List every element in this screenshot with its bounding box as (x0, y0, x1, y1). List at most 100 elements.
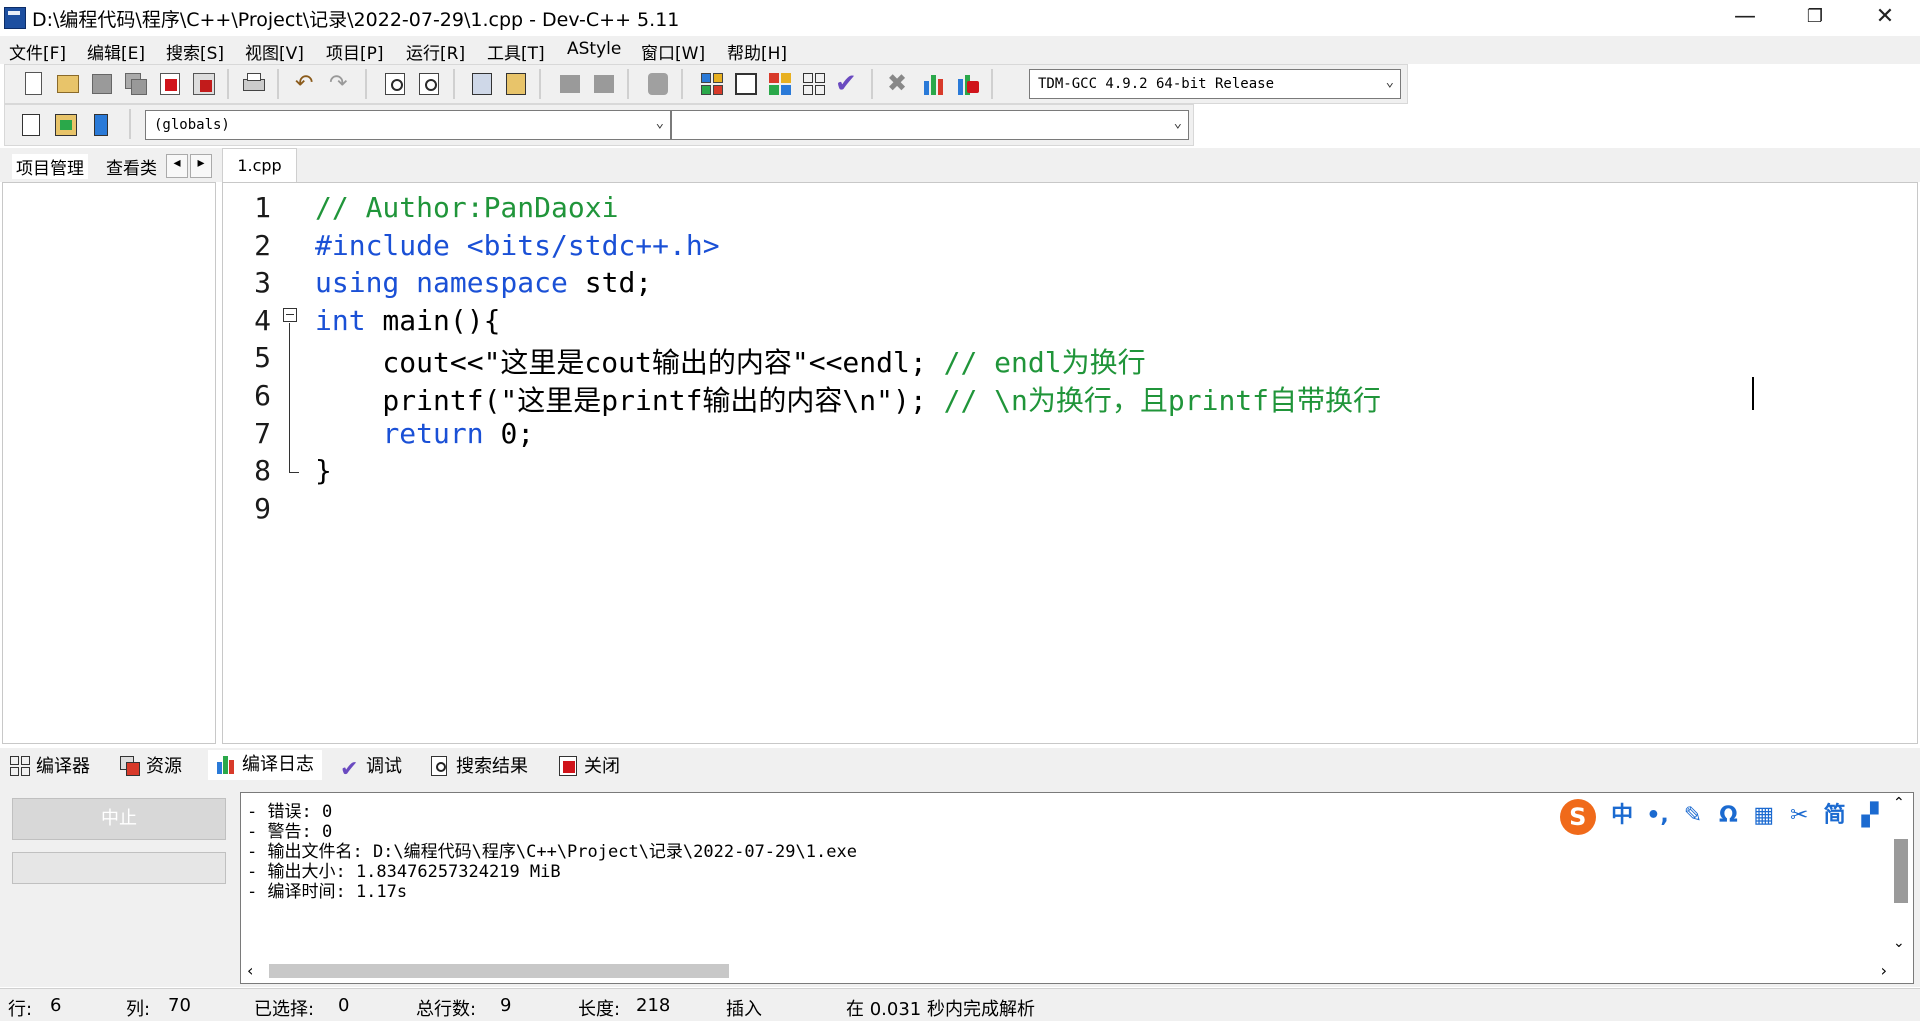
delete-profile-icon[interactable] (955, 71, 981, 97)
syntax-check-icon[interactable]: ✔ (835, 69, 861, 99)
rebuild-all-icon[interactable] (801, 71, 827, 97)
tab-resources[interactable]: 资源 (120, 752, 182, 778)
save-all-icon[interactable] (123, 71, 149, 97)
ime-chinese-mode-icon[interactable]: 中 (1607, 797, 1637, 829)
add-to-project-icon[interactable] (53, 112, 79, 138)
menu-file[interactable]: 文件[F] (9, 39, 66, 64)
scope-select[interactable]: (globals) ⌄ (145, 110, 671, 140)
new-file-icon[interactable] (21, 71, 47, 97)
log-hscroll-thumb[interactable] (269, 964, 729, 978)
stop-execution-icon[interactable]: ✖ (887, 69, 913, 97)
ime-simplified-icon[interactable]: 简 (1820, 797, 1850, 829)
toolbar-separator (681, 69, 683, 99)
menu-search[interactable]: 搜索[S] (166, 39, 224, 64)
tab-scroll-left-button[interactable]: ◂ (166, 154, 188, 178)
project-tree-panel[interactable] (2, 182, 216, 744)
code-line[interactable]: 2 #include <bits/stdc++.h> (223, 229, 1913, 266)
save-icon[interactable] (89, 71, 115, 97)
run-icon[interactable] (733, 71, 759, 97)
main-toolbar: ↶ ↷ ✔ ✖ TDM-GCC 4.9.2 64-bit Release ⌄ (4, 64, 1408, 104)
ime-handwriting-icon[interactable]: ✎ (1678, 803, 1708, 828)
ime-screenshot-icon[interactable]: ✂ (1784, 803, 1814, 828)
replace-icon[interactable] (417, 71, 443, 97)
code-line[interactable]: 8} (223, 454, 1913, 491)
redo-icon[interactable]: ↷ (329, 71, 355, 97)
ime-symbol-icon[interactable]: Ω (1713, 803, 1743, 828)
ime-keyboard-icon[interactable]: ▦ (1749, 803, 1779, 828)
find-icon[interactable] (383, 71, 409, 97)
menu-run[interactable]: 运行[R] (406, 39, 465, 64)
minimize-button[interactable]: — (1710, 0, 1780, 34)
compile-icon[interactable] (699, 71, 725, 97)
code-line[interactable]: 9 (223, 492, 1913, 529)
log-vscroll-thumb[interactable] (1894, 839, 1908, 903)
menu-tools[interactable]: 工具[T] (487, 39, 545, 64)
profile-icon[interactable] (921, 71, 947, 97)
code-editor[interactable]: 1 // Author:PanDaoxi 2 #include <bits/stdc+… (222, 182, 1918, 744)
tab-class-view[interactable]: 查看类 (106, 154, 164, 179)
menu-view[interactable]: 视图[V] (245, 39, 304, 64)
code-line[interactable]: 4 int main(){ (223, 304, 1913, 341)
tab-close[interactable]: 关闭 (558, 752, 620, 778)
goto-forward-icon[interactable] (591, 71, 617, 97)
code-line[interactable]: 5 cout<<"这里是cout输出的内容"<<endl; // endl为换行 (223, 341, 1913, 379)
symbol-select[interactable]: ⌄ (671, 110, 1189, 140)
code-text: // Author:PanDaoxi (315, 191, 618, 224)
status-parse-info: 在 0.031 秒内完成解析 (846, 999, 1035, 1020)
unindent-icon[interactable] (503, 71, 529, 97)
line-number: 8 (254, 454, 271, 488)
scroll-down-icon[interactable]: ⌄ (1893, 935, 1905, 951)
menu-help[interactable]: 帮助[H] (727, 39, 787, 64)
abort-button[interactable]: 中止 (12, 798, 226, 840)
tab-search-results[interactable]: 搜索结果 (430, 752, 528, 778)
open-file-icon[interactable] (55, 71, 81, 97)
new-project-icon[interactable] (19, 112, 45, 138)
code-text: int main(){ (315, 304, 500, 337)
ime-punctuation-icon[interactable]: •, (1643, 803, 1673, 828)
compiler-grid-icon (10, 756, 30, 776)
menu-edit[interactable]: 编辑[E] (87, 39, 145, 64)
restore-button[interactable]: ❐ (1780, 0, 1850, 34)
chevron-down-icon: ⌄ (1385, 74, 1394, 90)
scroll-up-icon[interactable]: ⌃ (1893, 795, 1905, 811)
undo-icon[interactable]: ↶ (295, 71, 321, 97)
tab-debug[interactable]: ✔ 调试 (340, 752, 402, 782)
goto-back-icon[interactable] (557, 71, 583, 97)
compile-log-output[interactable]: - 错误: 0- 警告: 0- 输出文件名: D:\编程代码\程序\C++\Pr… (240, 792, 1914, 984)
menu-astyle[interactable]: AStyle (567, 39, 621, 59)
editor-tab-1cpp[interactable]: 1.cpp (222, 148, 297, 182)
log-horizontal-scrollbar[interactable]: ‹ › (243, 961, 1891, 981)
menu-window[interactable]: 窗口[W] (641, 39, 705, 64)
project-options-icon[interactable] (89, 112, 115, 138)
close-all-icon[interactable] (191, 71, 217, 97)
code-line[interactable]: 1 // Author:PanDaoxi (223, 191, 1913, 228)
code-line[interactable]: 7 return 0; (223, 417, 1913, 454)
tab-project-manager[interactable]: 项目管理 (12, 154, 88, 179)
compile-run-icon[interactable] (767, 71, 793, 97)
indent-icon[interactable] (469, 71, 495, 97)
text-caret (1752, 377, 1754, 410)
bookmark-icon[interactable] (645, 71, 671, 97)
ime-toolbar[interactable]: S 中 •, ✎ Ω ▦ ✂ 简 ▞ (1559, 797, 1885, 837)
status-row-label: 行: (8, 999, 33, 1020)
close-file-icon[interactable] (157, 71, 183, 97)
scroll-right-icon[interactable]: › (1881, 961, 1887, 980)
code-line[interactable]: 3 using namespace std; (223, 266, 1913, 303)
toolbar-separator (365, 69, 367, 99)
close-button[interactable]: ✕ (1850, 0, 1920, 34)
ime-menu-icon[interactable]: ▞ (1855, 803, 1885, 828)
print-icon[interactable] (241, 71, 267, 97)
status-selected-value: 0 (338, 995, 350, 1016)
fold-toggle-icon[interactable] (283, 308, 297, 322)
tab-compiler[interactable]: 编译器 (10, 752, 90, 778)
scroll-left-icon[interactable]: ‹ (247, 961, 253, 980)
tab-scroll-right-button[interactable]: ▸ (190, 154, 212, 178)
compiler-select[interactable]: TDM-GCC 4.9.2 64-bit Release ⌄ (1029, 69, 1401, 99)
menu-project[interactable]: 项目[P] (326, 39, 384, 64)
code-token: // \n为换行，且printf自带换行 (943, 384, 1382, 417)
status-total-lines-value: 9 (500, 995, 512, 1016)
tab-compile-log[interactable]: 编译日志 (208, 750, 322, 780)
log-vertical-scrollbar[interactable]: ⌃ ⌄ (1891, 795, 1911, 957)
code-token: #include <bits/stdc++.h> (315, 228, 720, 262)
code-line[interactable]: 6 printf("这里是printf输出的内容\n"); // \n为换行，且… (223, 379, 1913, 417)
